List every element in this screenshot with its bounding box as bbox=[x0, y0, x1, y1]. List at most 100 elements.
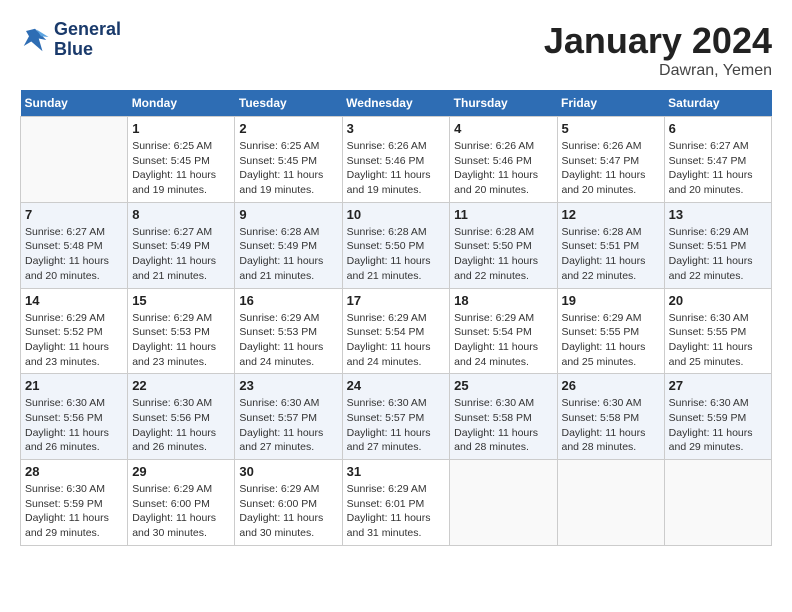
calendar-cell: 9 Sunrise: 6:28 AMSunset: 5:49 PMDaylight… bbox=[235, 202, 342, 288]
calendar-cell: 22Sunrise: 6:30 AMSunset: 5:56 PMDayligh… bbox=[128, 374, 235, 460]
day-number: 10 bbox=[347, 207, 446, 222]
day-info: Sunrise: 6:30 AMSunset: 5:58 PMDaylight:… bbox=[454, 396, 552, 455]
day-info: Sunrise: 6:30 AMSunset: 5:57 PMDaylight:… bbox=[347, 396, 446, 455]
day-info: Sunrise: 6:29 AMSunset: 6:00 PMDaylight:… bbox=[132, 482, 230, 541]
day-info: Sunrise: 6:28 AMSunset: 5:49 PMDaylight:… bbox=[239, 225, 337, 284]
weekday-header-sunday: Sunday bbox=[21, 90, 128, 117]
day-info: Sunrise: 6:30 AMSunset: 5:59 PMDaylight:… bbox=[25, 482, 123, 541]
calendar-header: SundayMondayTuesdayWednesdayThursdayFrid… bbox=[21, 90, 772, 117]
day-number: 7 bbox=[25, 207, 123, 222]
day-info: Sunrise: 6:29 AMSunset: 6:01 PMDaylight:… bbox=[347, 482, 446, 541]
day-info: Sunrise: 6:29 AMSunset: 5:55 PMDaylight:… bbox=[562, 311, 660, 370]
day-info: Sunrise: 6:26 AMSunset: 5:46 PMDaylight:… bbox=[454, 139, 552, 198]
title-block: January 2024 Dawran, Yemen bbox=[544, 20, 772, 80]
day-number: 12 bbox=[562, 207, 660, 222]
day-info: Sunrise: 6:28 AMSunset: 5:50 PMDaylight:… bbox=[347, 225, 446, 284]
day-number: 13 bbox=[669, 207, 767, 222]
weekday-header-thursday: Thursday bbox=[450, 90, 557, 117]
day-number: 16 bbox=[239, 293, 337, 308]
calendar-cell: 15 Sunrise: 6:29 AMSunset: 5:53 PMDayligh… bbox=[128, 288, 235, 374]
weekday-header-wednesday: Wednesday bbox=[342, 90, 450, 117]
day-number: 27 bbox=[669, 378, 767, 393]
calendar-cell: 21 Sunrise: 6:30 AMSunset: 5:56 PMDayligh… bbox=[21, 374, 128, 460]
calendar-cell: 3 Sunrise: 6:26 AMSunset: 5:46 PMDaylight… bbox=[342, 117, 450, 203]
calendar-week-2: 7 Sunrise: 6:27 AMSunset: 5:48 PMDaylight… bbox=[21, 202, 772, 288]
day-number: 18 bbox=[454, 293, 552, 308]
calendar-cell: 23Sunrise: 6:30 AMSunset: 5:57 PMDayligh… bbox=[235, 374, 342, 460]
day-number: 26 bbox=[562, 378, 660, 393]
logo: General Blue bbox=[20, 20, 121, 60]
day-info: Sunrise: 6:27 AMSunset: 5:49 PMDaylight:… bbox=[132, 225, 230, 284]
day-number: 11 bbox=[454, 207, 552, 222]
calendar-cell bbox=[21, 117, 128, 203]
day-number: 15 bbox=[132, 293, 230, 308]
calendar-cell bbox=[450, 460, 557, 546]
day-number: 14 bbox=[25, 293, 123, 308]
calendar-cell: 31 Sunrise: 6:29 AMSunset: 6:01 PMDayligh… bbox=[342, 460, 450, 546]
day-info: Sunrise: 6:30 AMSunset: 5:59 PMDaylight:… bbox=[669, 396, 767, 455]
day-number: 20 bbox=[669, 293, 767, 308]
calendar-cell: 24 Sunrise: 6:30 AMSunset: 5:57 PMDayligh… bbox=[342, 374, 450, 460]
calendar-week-3: 14 Sunrise: 6:29 AMSunset: 5:52 PMDayligh… bbox=[21, 288, 772, 374]
day-number: 24 bbox=[347, 378, 446, 393]
day-number: 5 bbox=[562, 121, 660, 136]
logo-text-line1: General bbox=[54, 20, 121, 40]
day-info: Sunrise: 6:29 AMSunset: 5:53 PMDaylight:… bbox=[239, 311, 337, 370]
location: Dawran, Yemen bbox=[544, 62, 772, 80]
day-number: 9 bbox=[239, 207, 337, 222]
calendar-cell: 7 Sunrise: 6:27 AMSunset: 5:48 PMDaylight… bbox=[21, 202, 128, 288]
day-number: 21 bbox=[25, 378, 123, 393]
calendar-cell bbox=[664, 460, 771, 546]
calendar-cell: 28Sunrise: 6:30 AMSunset: 5:59 PMDayligh… bbox=[21, 460, 128, 546]
calendar-cell: 13 Sunrise: 6:29 AMSunset: 5:51 PMDayligh… bbox=[664, 202, 771, 288]
calendar-cell: 1 Sunrise: 6:25 AMSunset: 5:45 PMDaylight… bbox=[128, 117, 235, 203]
day-number: 8 bbox=[132, 207, 230, 222]
day-number: 31 bbox=[347, 464, 446, 479]
day-info: Sunrise: 6:25 AMSunset: 5:45 PMDaylight:… bbox=[132, 139, 230, 198]
calendar-cell: 5 Sunrise: 6:26 AMSunset: 5:47 PMDaylight… bbox=[557, 117, 664, 203]
calendar-body: 1 Sunrise: 6:25 AMSunset: 5:45 PMDaylight… bbox=[21, 117, 772, 546]
day-info: Sunrise: 6:26 AMSunset: 5:46 PMDaylight:… bbox=[347, 139, 446, 198]
weekday-header-monday: Monday bbox=[128, 90, 235, 117]
calendar-cell: 20Sunrise: 6:30 AMSunset: 5:55 PMDayligh… bbox=[664, 288, 771, 374]
day-info: Sunrise: 6:29 AMSunset: 5:54 PMDaylight:… bbox=[454, 311, 552, 370]
calendar-cell: 12 Sunrise: 6:28 AMSunset: 5:51 PMDayligh… bbox=[557, 202, 664, 288]
day-info: Sunrise: 6:29 AMSunset: 5:51 PMDaylight:… bbox=[669, 225, 767, 284]
day-number: 30 bbox=[239, 464, 337, 479]
month-title: January 2024 bbox=[544, 20, 772, 62]
day-info: Sunrise: 6:30 AMSunset: 5:56 PMDaylight:… bbox=[25, 396, 123, 455]
weekday-header-friday: Friday bbox=[557, 90, 664, 117]
day-info: Sunrise: 6:28 AMSunset: 5:51 PMDaylight:… bbox=[562, 225, 660, 284]
logo-text-line2: Blue bbox=[54, 40, 121, 60]
calendar-cell: 29 Sunrise: 6:29 AMSunset: 6:00 PMDayligh… bbox=[128, 460, 235, 546]
calendar-cell: 30 Sunrise: 6:29 AMSunset: 6:00 PMDayligh… bbox=[235, 460, 342, 546]
day-info: Sunrise: 6:29 AMSunset: 5:53 PMDaylight:… bbox=[132, 311, 230, 370]
day-info: Sunrise: 6:28 AMSunset: 5:50 PMDaylight:… bbox=[454, 225, 552, 284]
day-info: Sunrise: 6:27 AMSunset: 5:48 PMDaylight:… bbox=[25, 225, 123, 284]
day-number: 2 bbox=[239, 121, 337, 136]
calendar-cell: 4 Sunrise: 6:26 AMSunset: 5:46 PMDaylight… bbox=[450, 117, 557, 203]
calendar-cell: 11 Sunrise: 6:28 AMSunset: 5:50 PMDayligh… bbox=[450, 202, 557, 288]
calendar-week-5: 28Sunrise: 6:30 AMSunset: 5:59 PMDayligh… bbox=[21, 460, 772, 546]
calendar-cell: 19Sunrise: 6:29 AMSunset: 5:55 PMDayligh… bbox=[557, 288, 664, 374]
day-number: 17 bbox=[347, 293, 446, 308]
calendar-cell: 14 Sunrise: 6:29 AMSunset: 5:52 PMDayligh… bbox=[21, 288, 128, 374]
calendar-cell: 16 Sunrise: 6:29 AMSunset: 5:53 PMDayligh… bbox=[235, 288, 342, 374]
calendar-cell: 27 Sunrise: 6:30 AMSunset: 5:59 PMDayligh… bbox=[664, 374, 771, 460]
day-info: Sunrise: 6:26 AMSunset: 5:47 PMDaylight:… bbox=[562, 139, 660, 198]
calendar-cell: 18 Sunrise: 6:29 AMSunset: 5:54 PMDayligh… bbox=[450, 288, 557, 374]
weekday-header-tuesday: Tuesday bbox=[235, 90, 342, 117]
calendar-week-4: 21 Sunrise: 6:30 AMSunset: 5:56 PMDayligh… bbox=[21, 374, 772, 460]
day-number: 29 bbox=[132, 464, 230, 479]
day-info: Sunrise: 6:29 AMSunset: 6:00 PMDaylight:… bbox=[239, 482, 337, 541]
day-number: 1 bbox=[132, 121, 230, 136]
calendar-table: SundayMondayTuesdayWednesdayThursdayFrid… bbox=[20, 90, 772, 546]
day-info: Sunrise: 6:29 AMSunset: 5:52 PMDaylight:… bbox=[25, 311, 123, 370]
day-number: 3 bbox=[347, 121, 446, 136]
day-number: 6 bbox=[669, 121, 767, 136]
day-number: 4 bbox=[454, 121, 552, 136]
day-number: 22 bbox=[132, 378, 230, 393]
calendar-cell: 25Sunrise: 6:30 AMSunset: 5:58 PMDayligh… bbox=[450, 374, 557, 460]
calendar-cell: 10 Sunrise: 6:28 AMSunset: 5:50 PMDayligh… bbox=[342, 202, 450, 288]
calendar-cell: 6Sunrise: 6:27 AMSunset: 5:47 PMDaylight… bbox=[664, 117, 771, 203]
